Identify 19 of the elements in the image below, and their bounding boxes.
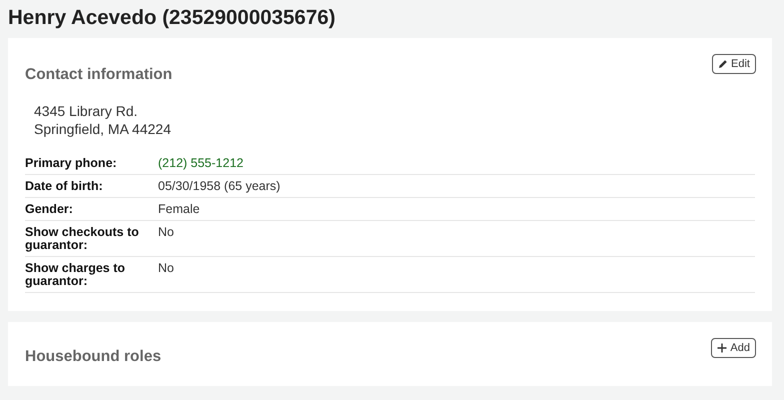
field-value: Female <box>158 202 200 216</box>
plus-icon <box>717 343 728 353</box>
field-value: No <box>158 225 174 239</box>
edit-button[interactable]: Edit <box>712 54 756 74</box>
pencil-icon <box>718 59 728 69</box>
address-line: 4345 Library Rd. <box>34 102 139 120</box>
field-label: Gender: <box>25 198 158 220</box>
address-line: Springfield, MA 44224 <box>34 120 172 138</box>
field-value: 05/30/1958 (65 years) <box>158 179 280 193</box>
section-heading: Contact information <box>25 66 174 84</box>
section-heading: Housebound roles <box>25 348 162 366</box>
field-label: Show charges to guarantor: <box>25 256 158 292</box>
phone-link[interactable]: (212) 555-1212 <box>158 156 244 170</box>
field-label: Date of birth: <box>25 174 158 198</box>
add-button[interactable]: Add <box>711 338 756 358</box>
field-label: Show checkouts to guarantor: <box>25 220 158 256</box>
field-label: Primary phone: <box>25 152 158 174</box>
page-title: Henry Acevedo (23529000035676) <box>8 6 336 30</box>
field-value: No <box>158 261 174 275</box>
